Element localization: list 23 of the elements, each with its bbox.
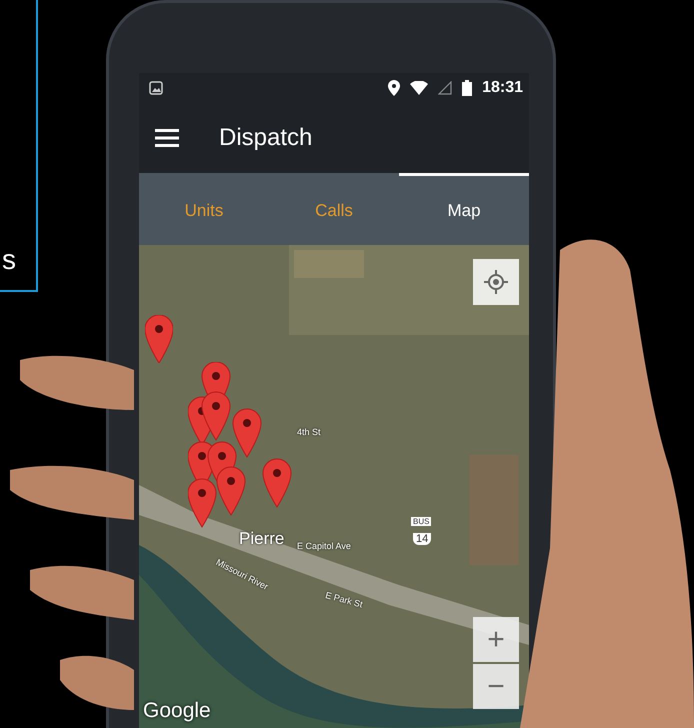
image-icon <box>149 81 163 95</box>
location-icon <box>388 80 400 96</box>
map-attribution: Google <box>143 699 211 723</box>
tab[interactable]: Units <box>139 173 269 245</box>
battery-icon <box>462 80 472 96</box>
map-label: 14 <box>413 533 432 545</box>
app-title: Dispatch <box>219 124 312 152</box>
map-label: E Capitol Ave <box>297 541 351 551</box>
tab[interactable]: Calls <box>269 173 399 245</box>
status-time: 18:31 <box>482 79 523 97</box>
panel-text: s <box>2 244 16 276</box>
zoom-in-button[interactable]: + <box>473 617 519 662</box>
zoom-out-button[interactable]: − <box>473 664 519 709</box>
map-label: Pierre <box>239 529 284 549</box>
map-pin-icon[interactable] <box>145 315 173 363</box>
signal-icon <box>438 81 452 95</box>
crosshair-icon <box>484 270 508 294</box>
map-label: BUS <box>411 517 432 526</box>
menu-icon[interactable] <box>155 129 179 147</box>
map-label: E Park St <box>324 590 364 610</box>
map-label: 4th St <box>297 427 321 437</box>
my-location-button[interactable] <box>473 259 519 305</box>
wifi-icon <box>410 81 428 95</box>
